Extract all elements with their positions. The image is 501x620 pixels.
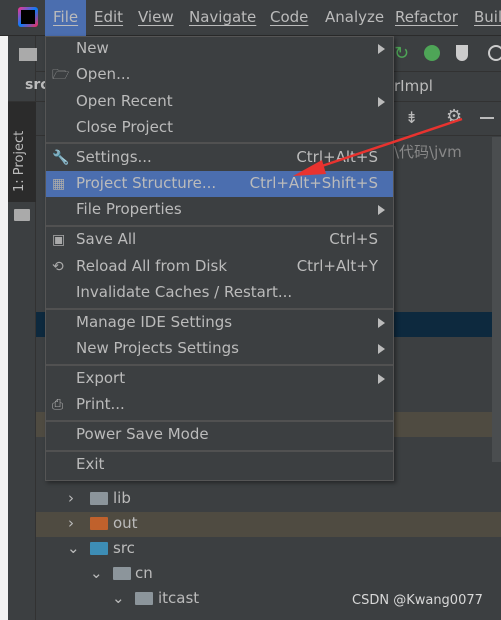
package-icon [135,592,153,605]
intellij-logo-icon [18,7,38,27]
menu-bar: File Edit View Navigate Code Analyze Ref… [0,0,501,36]
folder-icon [90,492,108,505]
gear-icon[interactable]: ⚙ [446,106,462,127]
tab-impl[interactable]: rImpl [394,77,433,95]
menu-item-open[interactable]: 🗁 Open... [46,62,393,88]
source-folder-icon [90,542,108,555]
menu-item-file-properties[interactable]: File Properties [46,197,393,223]
submenu-arrow-icon [378,97,385,107]
menu-item-close-project[interactable]: Close Project [46,115,393,141]
menu-separator [46,142,393,144]
scrollbar[interactable] [492,137,501,462]
shortcut: Ctrl+Alt+Shift+S [249,174,378,192]
project-structure-icon: ▦ [52,176,66,192]
menu-item-new[interactable]: New [46,36,393,62]
menu-build[interactable]: Buil [474,8,501,26]
menu-item-invalidate-caches-restart[interactable]: Invalidate Caches / Restart... [46,280,393,306]
wrench-icon: 🔧 [52,150,70,166]
menu-item-label: Save All [76,230,137,248]
shortcut: Ctrl+Alt+S [296,148,378,166]
menu-analyze[interactable]: Analyze [325,8,384,26]
tree-label: cn [135,564,153,582]
folder-open-icon: 🗁 [52,67,70,83]
shortcut: Ctrl+Alt+Y [296,257,378,275]
coverage-icon[interactable] [456,45,468,61]
folder-icon [14,209,30,221]
menu-item-label: New [76,39,109,57]
menu-separator [46,308,393,310]
menu-item-reload-all-from-disk[interactable]: ⟲ Reload All from Disk Ctrl+Alt+Y [46,254,393,280]
menu-item-print[interactable]: ⎙ Print... [46,392,393,418]
menu-item-manage-ide-settings[interactable]: Manage IDE Settings [46,310,393,336]
background-window [0,36,8,620]
menu-item-label: New Projects Settings [76,339,239,357]
profile-icon[interactable] [488,45,501,61]
menu-item-new-projects-settings[interactable]: New Projects Settings [46,336,393,362]
submenu-arrow-icon [378,374,385,384]
menu-item-label: Print... [76,395,125,413]
shortcut: Ctrl+S [329,230,378,248]
menu-item-label: Export [76,369,126,387]
file-menu: New 🗁 Open... Open Recent Close Project 🔧 Sett… [45,36,394,481]
reload-icon: ⟲ [52,259,64,275]
menu-navigate[interactable]: Navigate [189,8,256,26]
menu-separator [46,225,393,227]
rerun-icon[interactable]: ↻ [394,43,409,64]
submenu-arrow-icon [378,205,385,215]
menu-view[interactable]: View [138,8,174,26]
menu-item-open-recent[interactable]: Open Recent [46,89,393,115]
menu-item-label: Project Structure... [76,174,217,192]
tree-label: src [113,539,135,557]
save-icon: ▣ [52,232,66,248]
project-tab-label: 1: Project [12,130,27,192]
menu-item-label: Invalidate Caches / Restart... [76,283,293,301]
tree-label: lib [113,489,131,507]
menu-item-label: Power Save Mode [76,425,209,443]
menu-item-label: Open... [76,65,131,83]
menu-item-label: File Properties [76,200,182,218]
menu-file-label[interactable]: File [53,8,78,26]
menu-item-label: Exit [76,455,105,473]
project-path: \代码\jvm [394,143,462,161]
open-folder-icon[interactable] [19,48,37,61]
menu-item-label: Settings... [76,148,152,166]
menu-separator [46,450,393,452]
folder-icon [90,517,108,530]
submenu-arrow-icon [378,318,385,328]
menu-item-label: Manage IDE Settings [76,313,233,331]
menu-item-label: Open Recent [76,92,173,110]
menu-code[interactable]: Code [270,8,308,26]
tree-label: out [113,514,138,532]
menu-item-label: Reload All from Disk [76,257,228,275]
debug-icon[interactable] [424,45,440,61]
package-icon [113,567,131,580]
menu-item-export[interactable]: Export [46,366,393,392]
watermark: CSDN @Kwang0077 [352,593,483,608]
collapse-all-icon[interactable]: ⇟ [405,108,418,127]
menu-separator [46,364,393,366]
minimize-icon[interactable] [480,117,494,119]
submenu-arrow-icon [378,344,385,354]
menu-refactor[interactable]: Refactor [395,8,458,26]
menu-item-label: Close Project [76,118,173,136]
menu-item-save-all[interactable]: ▣ Save All Ctrl+S [46,227,393,253]
submenu-arrow-icon [378,44,385,54]
menu-edit[interactable]: Edit [94,8,123,26]
menu-item-exit[interactable]: Exit [46,452,393,478]
project-tool-tab[interactable]: 1: Project [8,102,36,202]
menu-separator [46,420,393,422]
menu-item-power-save-mode[interactable]: Power Save Mode [46,422,393,448]
tree-label: itcast [158,589,200,607]
menu-item-settings[interactable]: 🔧 Settings... Ctrl+Alt+S [46,145,393,171]
print-icon: ⎙ [52,397,64,413]
menu-item-project-structure[interactable]: ▦ Project Structure... Ctrl+Alt+Shift+S [46,171,393,197]
